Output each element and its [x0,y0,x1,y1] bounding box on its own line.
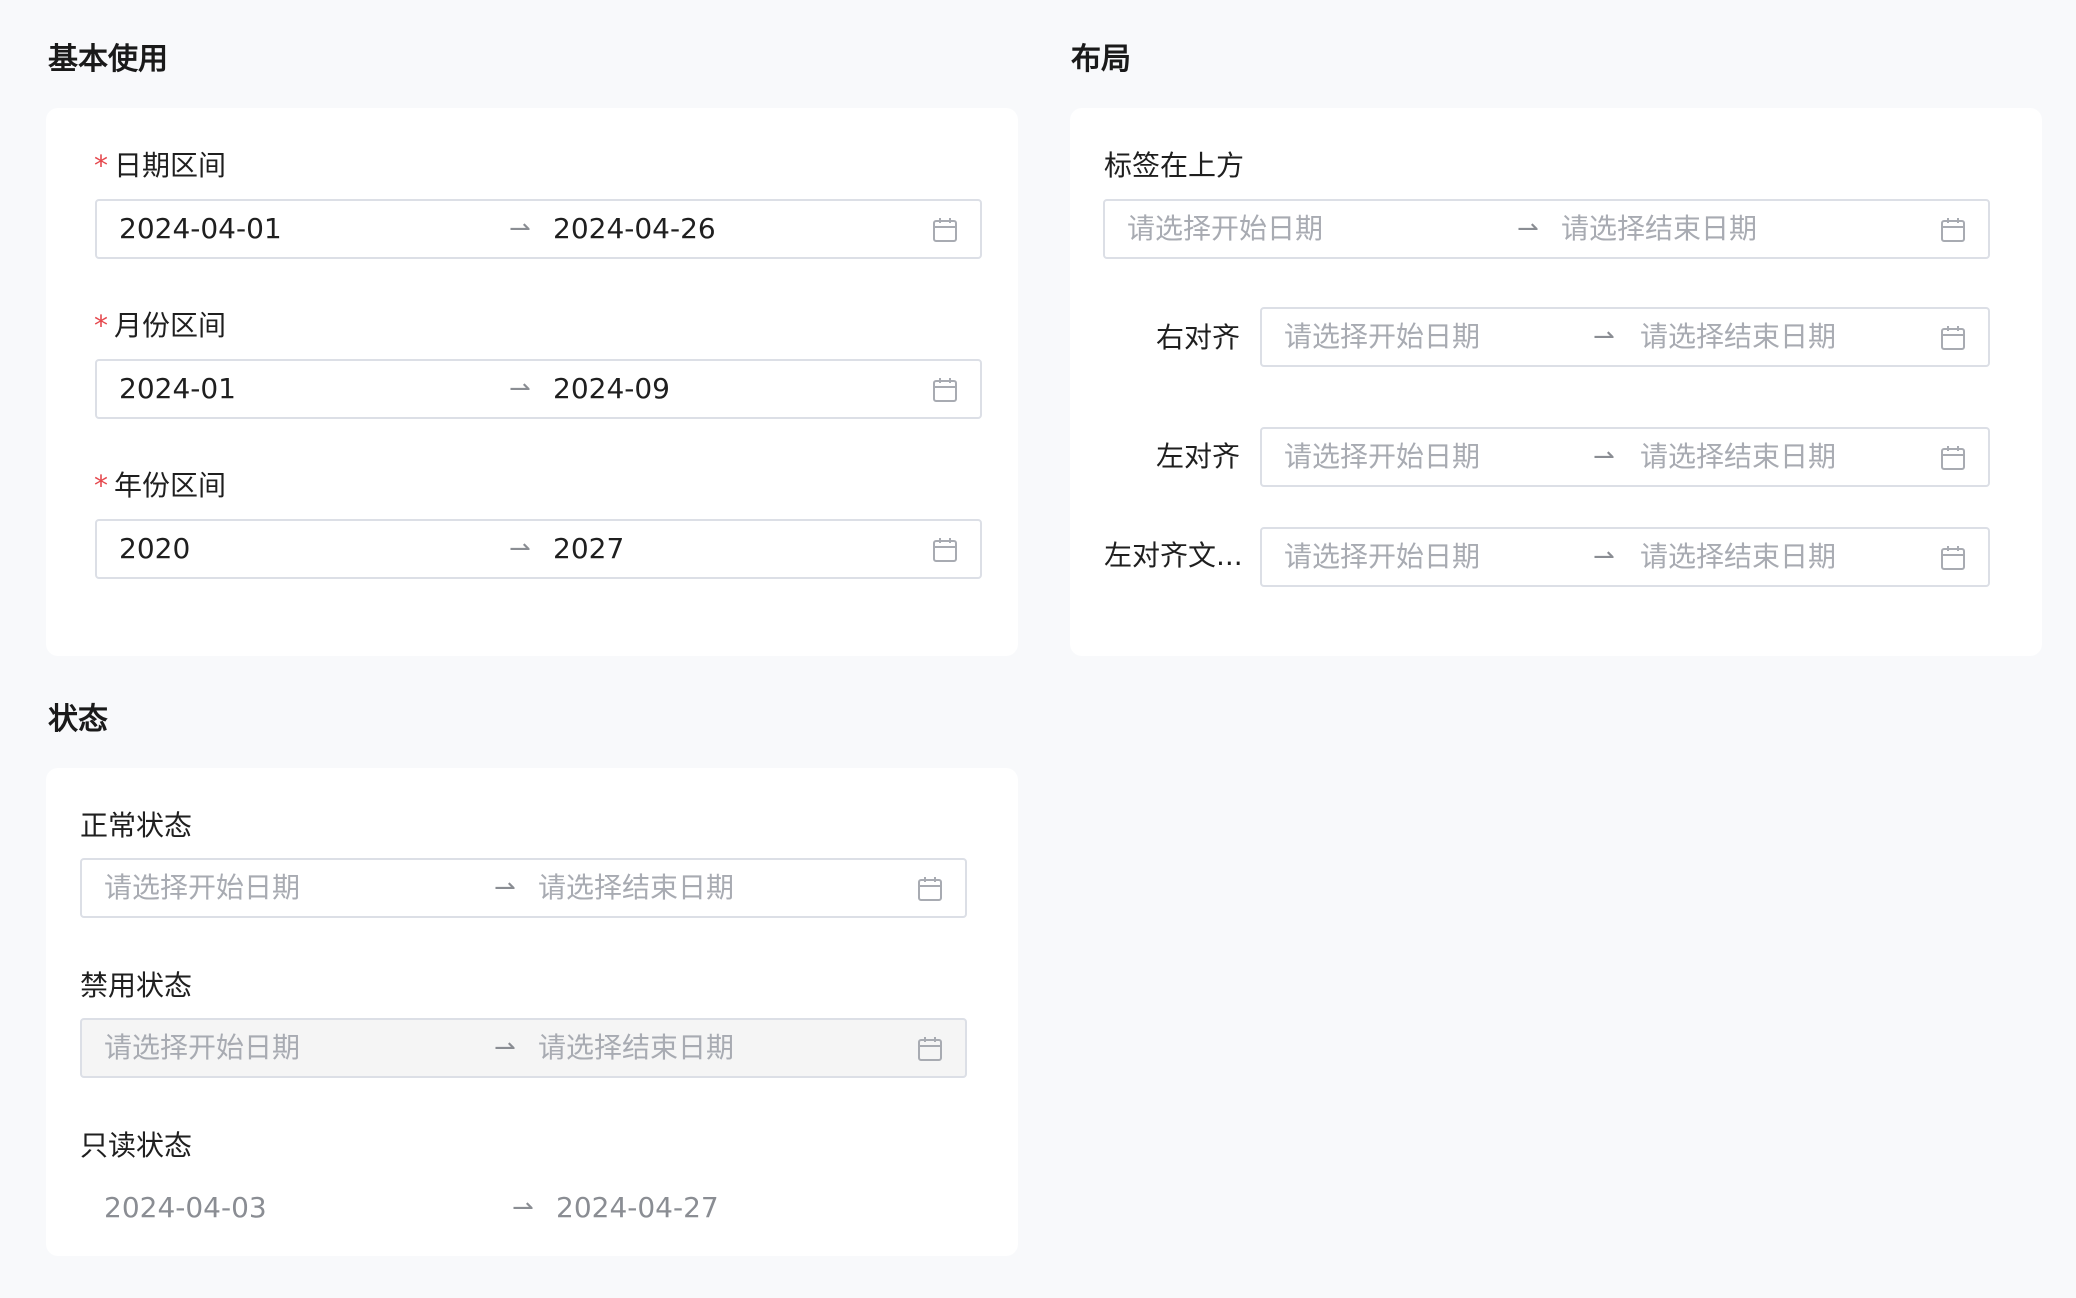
label-left-align: 左对齐 [1156,440,1241,473]
range-separator: ⇀ [1593,442,1615,472]
section-title-status: 状态 [48,702,108,737]
calendar-icon[interactable] [932,217,958,243]
range-separator: ⇀ [512,1193,534,1223]
range-separator: ⇀ [494,873,516,903]
label-top: 标签在上方 [1104,149,1245,182]
start-date-value: 2024-04-03 [104,1191,267,1224]
date-range-picker-readonly: 2024-04-03 ⇀ 2024-04-27 [80,1178,967,1238]
label-month-range: * 月份区间 [94,308,226,344]
start-date-input[interactable]: 请选择开始日期 [104,860,300,916]
end-date-input[interactable]: 请选择结束日期 [538,860,734,916]
end-year-input[interactable]: 2027 [553,521,624,577]
end-date-input[interactable]: 请选择结束日期 [1640,309,1836,365]
required-mark: * [94,469,108,502]
calendar-icon[interactable] [1940,545,1966,571]
month-range-picker[interactable]: 2024-01 ⇀ 2024-09 [95,359,982,419]
date-range-picker-disabled: 请选择开始日期 ⇀ 请选择结束日期 [80,1018,967,1078]
calendar-icon [918,1037,942,1061]
label-disabled: 禁用状态 [80,969,193,1002]
label-text: 日期区间 [114,149,227,182]
start-date-input[interactable]: 请选择开始日期 [1127,201,1323,257]
date-range-picker-right-align[interactable]: 请选择开始日期 ⇀ 请选择结束日期 [1260,307,1990,367]
range-separator: ⇀ [1593,322,1615,352]
calendar-icon[interactable] [932,537,958,563]
end-date-input[interactable]: 请选择结束日期 [1561,201,1757,257]
end-date-input[interactable]: 请选择结束日期 [1640,429,1836,485]
year-range-picker[interactable]: 2020 ⇀ 2027 [95,519,982,579]
calendar-icon[interactable] [1940,325,1966,351]
range-separator: ⇀ [1517,214,1539,244]
start-month-input[interactable]: 2024-01 [119,361,236,417]
calendar-icon[interactable] [1940,217,1966,243]
end-date-input: 请选择结束日期 [538,1031,735,1064]
end-date-value: 2024-04-27 [556,1191,719,1224]
date-range-picker[interactable]: 2024-04-01 ⇀ 2024-04-26 [95,199,982,259]
start-date-input: 请选择开始日期 [104,1031,301,1064]
label-text: 年份区间 [114,469,227,502]
date-range-picker-left-align-truncated[interactable]: 请选择开始日期 ⇀ 请选择结束日期 [1260,527,1990,587]
date-range-picker-normal[interactable]: 请选择开始日期 ⇀ 请选择结束日期 [80,858,967,918]
calendar-icon[interactable] [932,377,958,403]
section-title-basic: 基本使用 [48,42,168,77]
range-separator: ⇀ [509,534,531,564]
label-date-range: * 日期区间 [94,148,226,184]
section-title-layout: 布局 [1071,42,1131,77]
label-year-range: * 年份区间 [94,468,226,504]
date-range-picker-left-align[interactable]: 请选择开始日期 ⇀ 请选择结束日期 [1260,427,1990,487]
range-separator: ⇀ [1593,542,1615,572]
end-date-input[interactable]: 请选择结束日期 [1640,529,1836,585]
start-date-input[interactable]: 2024-04-01 [119,201,282,257]
date-range-picker-label-top[interactable]: 请选择开始日期 ⇀ 请选择结束日期 [1103,199,1990,259]
start-date-input[interactable]: 请选择开始日期 [1284,309,1480,365]
label-normal: 正常状态 [80,809,193,842]
calendar-icon[interactable] [1940,445,1966,471]
label-right-align: 右对齐 [1155,321,1240,354]
range-separator: ⇀ [509,214,531,244]
required-mark: * [94,149,108,182]
label-left-align-truncated: 左对齐文... [1104,539,1243,572]
label-readonly: 只读状态 [80,1129,193,1162]
range-separator: ⇀ [494,1033,516,1063]
label-text: 月份区间 [114,309,227,342]
range-separator: ⇀ [509,374,531,404]
start-date-input[interactable]: 请选择开始日期 [1284,429,1480,485]
end-date-input[interactable]: 2024-04-26 [553,201,716,257]
calendar-icon[interactable] [917,876,943,902]
end-month-input[interactable]: 2024-09 [553,361,670,417]
start-year-input[interactable]: 2020 [119,521,190,577]
start-date-input[interactable]: 请选择开始日期 [1284,529,1480,585]
required-mark: * [94,309,108,342]
